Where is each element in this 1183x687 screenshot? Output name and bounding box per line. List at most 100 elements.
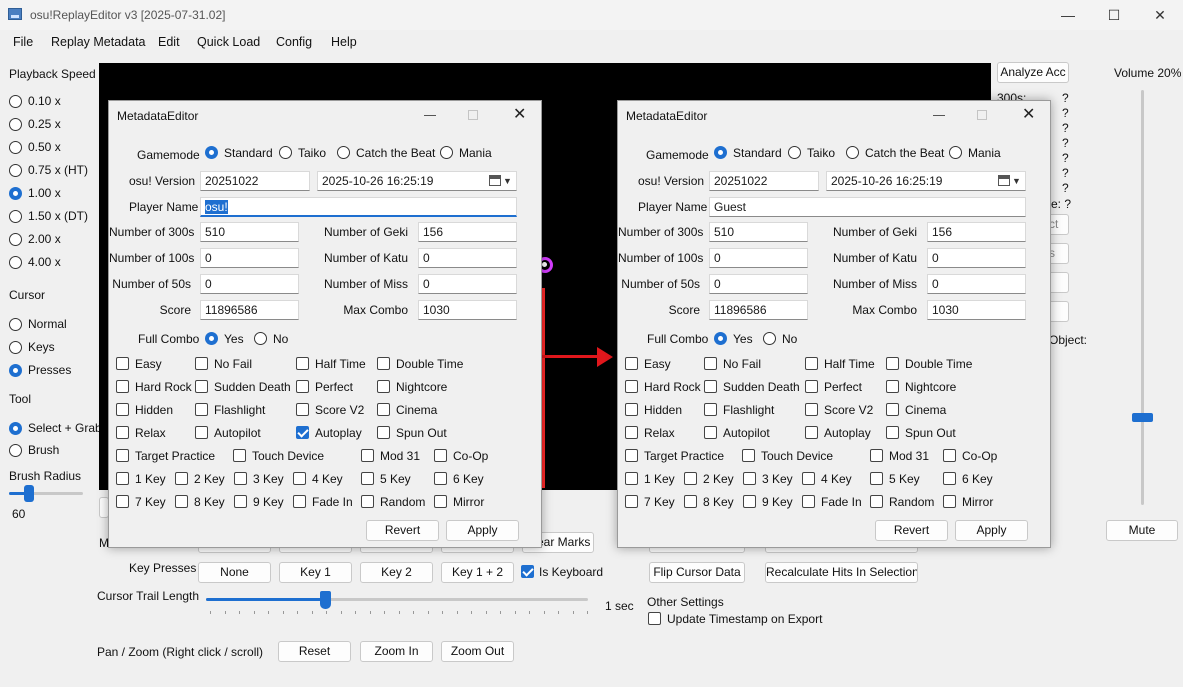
mute-button[interactable]: Mute (1106, 520, 1178, 541)
cursor-radio-keys[interactable] (9, 341, 22, 354)
mod-checkbox-autopilot[interactable] (195, 426, 208, 439)
speed-radio-1-50-x-dt[interactable] (9, 210, 22, 223)
katu-input[interactable]: 0 (418, 248, 517, 268)
apply-button[interactable]: Apply (446, 520, 519, 541)
apply-button[interactable]: Apply (955, 520, 1028, 541)
mod-checkbox-hidden[interactable] (116, 403, 129, 416)
datetime-picker[interactable]: 2025-10-26 16:25:19 (826, 171, 1026, 191)
recalculate-hits-button[interactable]: Recalculate Hits In Selection (765, 562, 918, 583)
volume-slider[interactable] (1141, 90, 1144, 505)
mod-checkbox-6-key[interactable] (943, 472, 956, 485)
mod-checkbox-1-key[interactable] (116, 472, 129, 485)
mod-checkbox-sudden-death[interactable] (704, 380, 717, 393)
n300-input[interactable]: 510 (200, 222, 299, 242)
mod-checkbox-fade-in[interactable] (802, 495, 815, 508)
close-icon[interactable]: ✕ (513, 107, 526, 123)
mod-checkbox-double-time[interactable] (886, 357, 899, 370)
zoom-out-button[interactable]: Zoom Out (441, 641, 514, 662)
version-input[interactable]: 20251022 (709, 171, 819, 191)
mod-checkbox-score-v2[interactable] (805, 403, 818, 416)
mod-checkbox-hard-rock[interactable] (625, 380, 638, 393)
partial-button-3[interactable] (1049, 272, 1069, 293)
tool-radio-brush[interactable] (9, 444, 22, 457)
analyze-acc-button[interactable]: Analyze Acc (997, 62, 1069, 83)
gamemode-radio-catch-the-beat[interactable] (846, 146, 859, 159)
mod-checkbox-touch-device[interactable] (233, 449, 246, 462)
gamemode-radio-catch-the-beat[interactable] (337, 146, 350, 159)
mod-checkbox-flashlight[interactable] (704, 403, 717, 416)
mod-checkbox-7-key[interactable] (116, 495, 129, 508)
menu-quick-load[interactable]: Quick Load (197, 35, 260, 49)
mod-checkbox-hard-rock[interactable] (116, 380, 129, 393)
mod-checkbox-easy[interactable] (116, 357, 129, 370)
mod-checkbox-spun-out[interactable] (377, 426, 390, 439)
mod-checkbox-9-key[interactable] (234, 495, 247, 508)
mod-checkbox-fade-in[interactable] (293, 495, 306, 508)
mod-checkbox-touch-device[interactable] (742, 449, 755, 462)
tool-radio-select-grab[interactable] (9, 422, 22, 435)
close-icon[interactable]: ✕ (1137, 0, 1183, 30)
key-none-button[interactable]: None (198, 562, 271, 583)
n100-input[interactable]: 0 (709, 248, 808, 268)
is-keyboard-checkbox[interactable] (521, 565, 534, 578)
mod-checkbox-9-key[interactable] (743, 495, 756, 508)
mod-checkbox-mod-31[interactable] (361, 449, 374, 462)
mod-checkbox-half-time[interactable] (296, 357, 309, 370)
mod-checkbox-autopilot[interactable] (704, 426, 717, 439)
full-combo-radio-yes[interactable] (714, 332, 727, 345)
mod-checkbox-relax[interactable] (625, 426, 638, 439)
mod-checkbox-nightcore[interactable] (377, 380, 390, 393)
revert-button[interactable]: Revert (875, 520, 948, 541)
cursor-radio-presses[interactable] (9, 364, 22, 377)
minimize-icon[interactable]: — (1045, 0, 1091, 30)
mod-checkbox-perfect[interactable] (805, 380, 818, 393)
revert-button[interactable]: Revert (366, 520, 439, 541)
mod-checkbox-half-time[interactable] (805, 357, 818, 370)
mod-checkbox-autoplay[interactable] (805, 426, 818, 439)
minimize-icon[interactable] (933, 115, 945, 116)
brush-radius-thumb[interactable] (24, 485, 34, 502)
mod-checkbox-spun-out[interactable] (886, 426, 899, 439)
menu-help[interactable]: Help (331, 35, 357, 49)
partial-button-4[interactable] (1049, 301, 1069, 322)
mod-checkbox-score-v2[interactable] (296, 403, 309, 416)
mod-checkbox-no-fail[interactable] (704, 357, 717, 370)
volume-thumb[interactable] (1132, 413, 1153, 422)
score-input[interactable]: 11896586 (200, 300, 299, 320)
mod-checkbox-nightcore[interactable] (886, 380, 899, 393)
mod-checkbox-mirror[interactable] (434, 495, 447, 508)
katu-input[interactable]: 0 (927, 248, 1026, 268)
mod-checkbox-8-key[interactable] (175, 495, 188, 508)
update-timestamp-checkbox[interactable] (648, 612, 661, 625)
partial-button-1[interactable]: ct (1049, 214, 1069, 235)
player-name-input[interactable]: Guest (709, 197, 1026, 217)
full-combo-radio-no[interactable] (254, 332, 267, 345)
mod-checkbox-double-time[interactable] (377, 357, 390, 370)
flip-cursor-button[interactable]: Flip Cursor Data (649, 562, 745, 583)
speed-radio-0-50-x[interactable] (9, 141, 22, 154)
geki-input[interactable]: 156 (927, 222, 1026, 242)
gamemode-radio-standard[interactable] (205, 146, 218, 159)
speed-radio-0-75-x-ht[interactable] (9, 164, 22, 177)
gamemode-radio-taiko[interactable] (279, 146, 292, 159)
mod-checkbox-relax[interactable] (116, 426, 129, 439)
full-combo-radio-yes[interactable] (205, 332, 218, 345)
mod-checkbox-8-key[interactable] (684, 495, 697, 508)
menu-file[interactable]: File (13, 35, 33, 49)
zoom-in-button[interactable]: Zoom In (360, 641, 433, 662)
mod-checkbox-flashlight[interactable] (195, 403, 208, 416)
key-1-button[interactable]: Key 1 (279, 562, 352, 583)
maximize-icon[interactable]: ☐ (1091, 0, 1137, 30)
mod-checkbox-random[interactable] (361, 495, 374, 508)
mod-checkbox-7-key[interactable] (625, 495, 638, 508)
speed-radio-0-10-x[interactable] (9, 95, 22, 108)
mod-checkbox-random[interactable] (870, 495, 883, 508)
speed-radio-1-00-x[interactable] (9, 187, 22, 200)
close-icon[interactable]: ✕ (1022, 107, 1035, 123)
mod-checkbox-3-key[interactable] (743, 472, 756, 485)
mod-checkbox-co-op[interactable] (434, 449, 447, 462)
mod-checkbox-6-key[interactable] (434, 472, 447, 485)
miss-input[interactable]: 0 (927, 274, 1026, 294)
geki-input[interactable]: 156 (418, 222, 517, 242)
player-name-input[interactable]: osu! (200, 197, 517, 217)
